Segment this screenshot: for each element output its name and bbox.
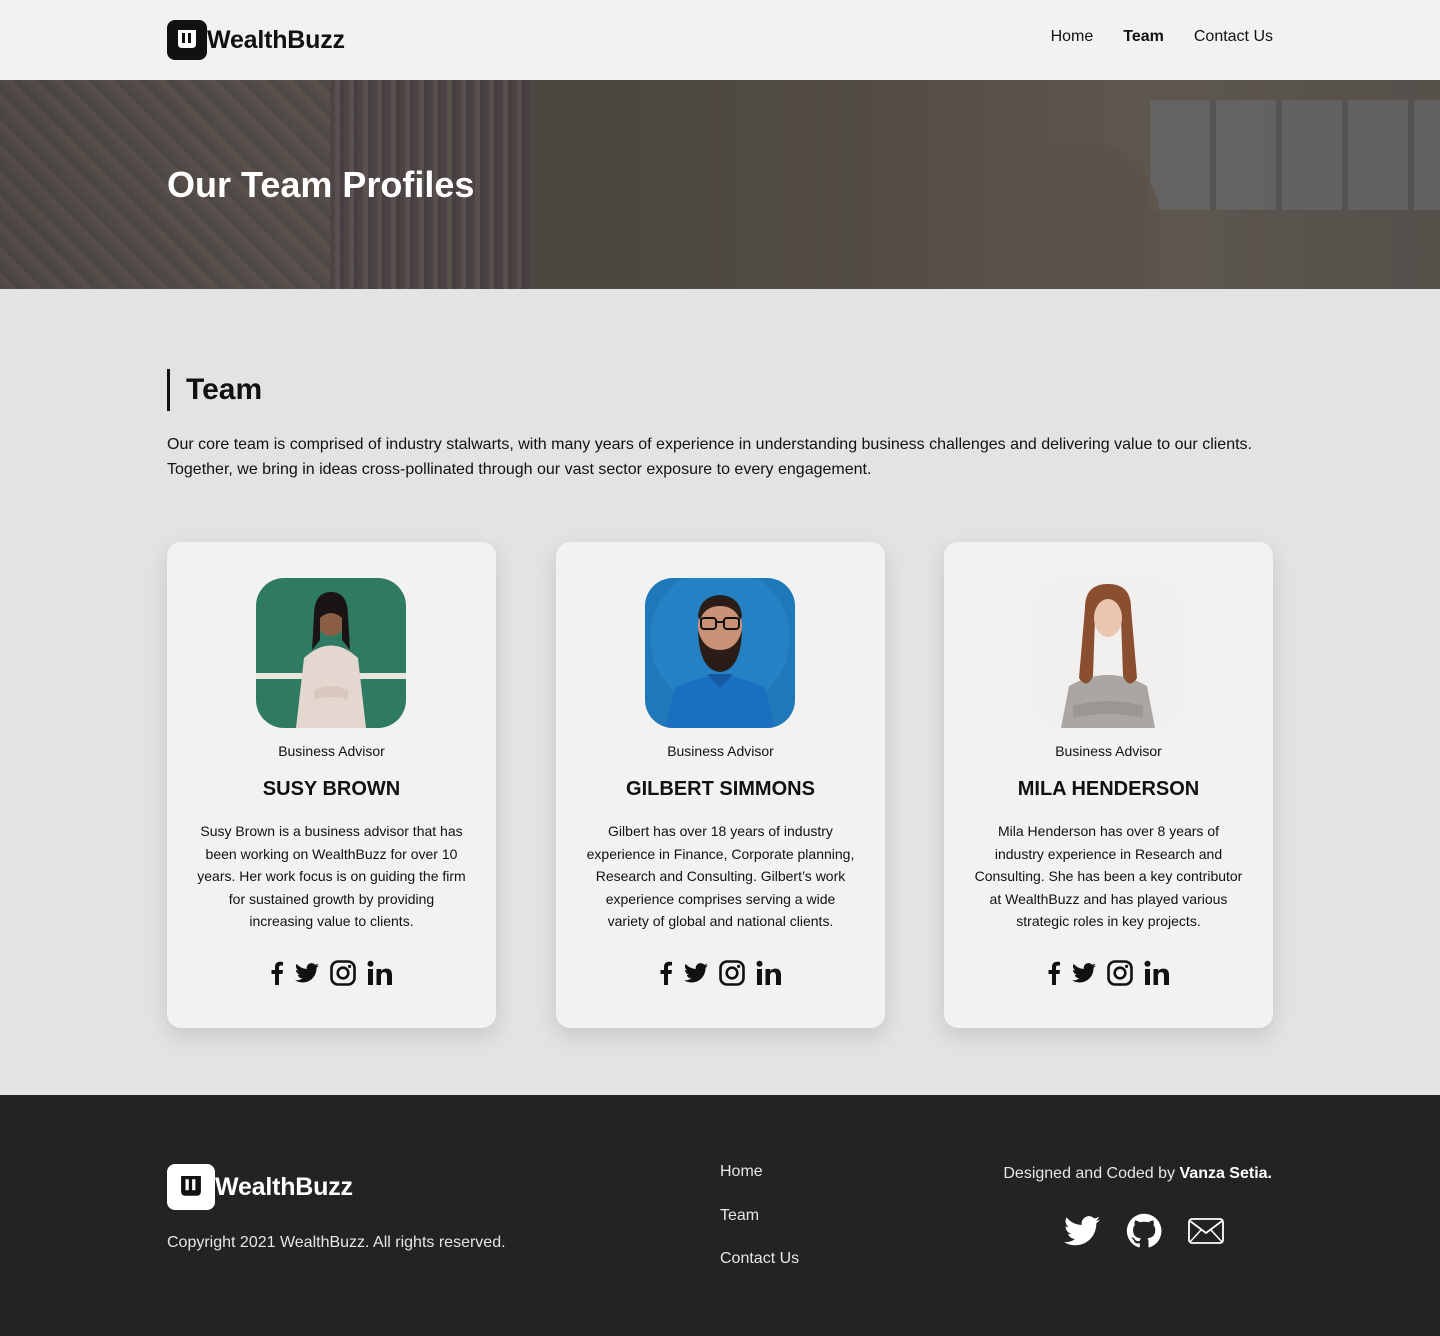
social-links xyxy=(556,960,885,991)
credit-prefix: Designed and Coded by xyxy=(1003,1165,1176,1182)
facebook-icon[interactable] xyxy=(1047,961,1061,990)
footer-link-contact[interactable]: Contact Us xyxy=(720,1248,799,1292)
member-role: Business Advisor xyxy=(1055,743,1162,759)
instagram-icon[interactable] xyxy=(330,960,356,991)
nav-team[interactable]: Team xyxy=(1123,28,1164,46)
team-card: Business Advisor MILA HENDERSON Mila Hen… xyxy=(944,542,1273,1028)
logo-icon xyxy=(167,20,207,60)
team-card: Business Advisor SUSY BROWN Susy Brown i… xyxy=(167,542,496,1028)
facebook-icon[interactable] xyxy=(270,961,284,990)
credit-text: Designed and Coded by Vanza Setia. xyxy=(1003,1165,1272,1183)
member-bio: Susy Brown is a business advisor that ha… xyxy=(197,823,466,929)
brand-logo[interactable]: WealthBuzz xyxy=(167,20,345,60)
footer-link-team[interactable]: Team xyxy=(720,1205,799,1249)
member-name: GILBERT SIMMONS xyxy=(626,778,815,800)
brand-name: WealthBuzz xyxy=(207,25,345,54)
instagram-icon[interactable] xyxy=(719,960,745,991)
member-bio: Gilbert has over 18 years of industry ex… xyxy=(586,823,855,929)
member-bio: Mila Henderson has over 8 years of indus… xyxy=(974,823,1243,929)
twitter-icon[interactable] xyxy=(1072,963,1096,988)
member-name: SUSY BROWN xyxy=(262,778,401,800)
social-links xyxy=(944,960,1273,991)
twitter-icon[interactable] xyxy=(295,963,319,988)
member-name: MILA HENDERSON xyxy=(1017,778,1200,800)
nav-contact[interactable]: Contact Us xyxy=(1194,28,1273,46)
member-role: Business Advisor xyxy=(667,743,774,759)
member-photo xyxy=(1033,578,1183,728)
mail-icon[interactable] xyxy=(1188,1218,1224,1249)
main-nav: Home Team Contact Us xyxy=(1051,28,1273,46)
github-icon[interactable] xyxy=(1126,1213,1162,1254)
member-photo xyxy=(645,578,795,728)
site-footer: WealthBuzz Copyright 2021 WealthBuzz. Al… xyxy=(0,1095,1440,1336)
credit-author[interactable]: Vanza Setia. xyxy=(1180,1165,1273,1182)
twitter-icon[interactable] xyxy=(1064,1216,1100,1251)
social-links xyxy=(167,960,496,991)
team-section-heading: Team xyxy=(167,369,262,411)
member-role: Business Advisor xyxy=(278,743,385,759)
footer-link-home[interactable]: Home xyxy=(720,1161,799,1205)
footer-social-links xyxy=(1064,1213,1224,1254)
logo-icon xyxy=(167,1164,215,1210)
facebook-icon[interactable] xyxy=(659,961,673,990)
team-heading-text: Team xyxy=(186,373,263,406)
team-description: Our core team is comprised of industry s… xyxy=(167,436,1252,478)
nav-home[interactable]: Home xyxy=(1051,28,1094,46)
footer-brand-logo[interactable]: WealthBuzz xyxy=(167,1163,353,1211)
team-card: Business Advisor GILBERT SIMMONS Gilbert… xyxy=(556,542,885,1028)
copyright-text: Copyright 2021 WealthBuzz. All rights re… xyxy=(167,1234,506,1251)
footer-brand-name: WealthBuzz xyxy=(215,1172,353,1201)
hero-banner: Our Team Profiles xyxy=(0,80,1440,289)
linkedin-icon[interactable] xyxy=(1144,960,1170,991)
linkedin-icon[interactable] xyxy=(367,960,393,991)
hero-title: Our Team Profiles xyxy=(167,164,475,205)
twitter-icon[interactable] xyxy=(684,963,708,988)
linkedin-icon[interactable] xyxy=(756,960,782,991)
member-photo xyxy=(256,578,406,728)
instagram-icon[interactable] xyxy=(1107,960,1133,991)
footer-nav: Home Team Contact Us xyxy=(720,1161,799,1292)
site-header: WealthBuzz Home Team Contact Us xyxy=(0,0,1440,80)
